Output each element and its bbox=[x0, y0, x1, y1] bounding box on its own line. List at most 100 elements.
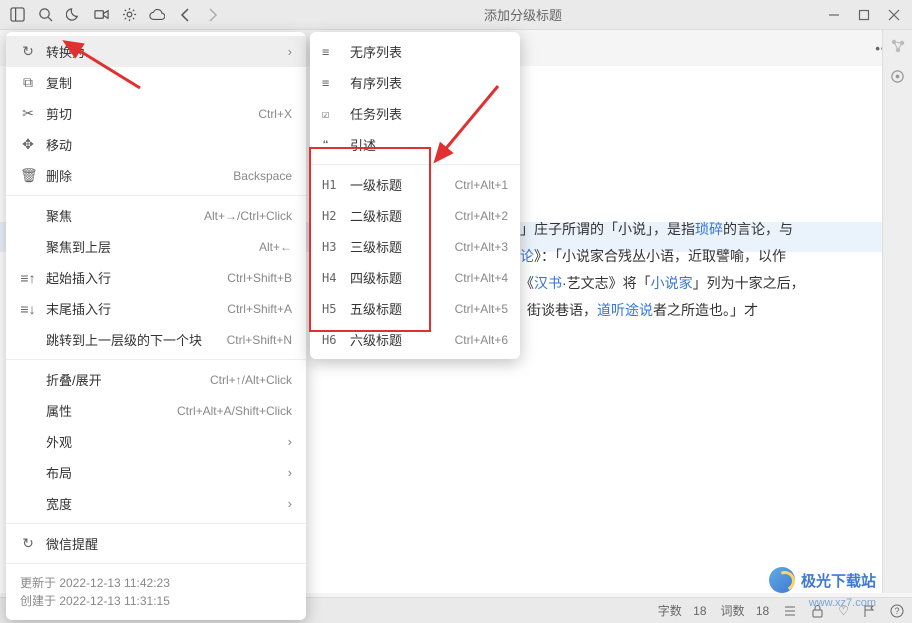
submenu-item[interactable]: H1一级标题Ctrl+Alt+1 bbox=[310, 169, 520, 200]
menu-item[interactable]: 跳转到上一层级的下一个块 Ctrl+Shift+N bbox=[6, 324, 306, 355]
context-menu: ↻转换为›⧉复制✂剪切Ctrl+X✥移动🗑删除Backspace 聚焦Alt+→… bbox=[6, 32, 306, 620]
menu-item[interactable]: 折叠/展开 Ctrl+↑/Alt+Click bbox=[6, 364, 306, 395]
list-icon[interactable] bbox=[783, 604, 797, 618]
watermark: 极光下载站 bbox=[769, 567, 876, 593]
submenu-item-icon: H6 bbox=[322, 333, 340, 347]
submenu-item[interactable]: H5五级标题Ctrl+Alt+5 bbox=[310, 293, 520, 324]
menu-item-shortcut: Ctrl+Shift+A bbox=[227, 302, 292, 316]
menu-item-label: 属性 bbox=[46, 401, 167, 420]
menu-item[interactable]: ✂剪切Ctrl+X bbox=[6, 98, 306, 129]
menu-separator bbox=[6, 359, 306, 360]
menu-item-shortcut: Ctrl+Shift+N bbox=[227, 333, 292, 347]
submenu-item-icon: H1 bbox=[322, 178, 340, 192]
menu-item[interactable]: ≡↑起始插入行Ctrl+Shift+B bbox=[6, 262, 306, 293]
menu-item[interactable]: 宽度 › bbox=[6, 488, 306, 519]
submenu-item-icon: H3 bbox=[322, 240, 340, 254]
submenu-item[interactable]: H3 三级标题 Ctrl+Alt+3 bbox=[310, 231, 520, 262]
menu-item[interactable]: ↻ 微信提醒 bbox=[6, 528, 306, 559]
menu-item-shortcut: Alt+← bbox=[259, 240, 292, 254]
moon-icon[interactable] bbox=[60, 2, 86, 28]
graph-icon[interactable] bbox=[888, 36, 908, 56]
close-button[interactable] bbox=[880, 2, 908, 28]
menu-item-icon: ✂ bbox=[20, 105, 36, 122]
submenu-item-shortcut: Ctrl+Alt+3 bbox=[455, 240, 508, 254]
submenu-item-icon: ❝ bbox=[322, 138, 340, 152]
submenu-item-icon: ≡ bbox=[322, 76, 340, 90]
submenu-item-label: 五级标题 bbox=[350, 299, 445, 318]
help-icon[interactable]: ? bbox=[890, 604, 904, 618]
submenu-item-icon: ≡ bbox=[322, 45, 340, 59]
menu-item[interactable]: 聚焦Alt+→/Ctrl+Click bbox=[6, 200, 306, 231]
menu-item-shortcut: Backspace bbox=[233, 169, 292, 183]
cloud-icon[interactable] bbox=[144, 2, 170, 28]
menu-footer: 更新于 2022-12-13 11:42:23 创建于 2022-12-13 1… bbox=[6, 568, 306, 616]
menu-item-shortcut: Ctrl+X bbox=[258, 107, 292, 121]
submenu-item[interactable]: ☑任务列表 bbox=[310, 98, 520, 129]
submenu-item[interactable]: H4四级标题Ctrl+Alt+4 bbox=[310, 262, 520, 293]
menu-item-label: 聚焦 bbox=[46, 206, 194, 225]
link[interactable]: 小说家 bbox=[651, 275, 693, 291]
menu-item-label: 末尾插入行 bbox=[46, 299, 217, 318]
menu-item[interactable]: 布局› bbox=[6, 457, 306, 488]
menu-item[interactable]: ✥移动 bbox=[6, 129, 306, 160]
submenu-item-label: 无序列表 bbox=[350, 42, 508, 61]
text: 的言论，与 bbox=[723, 221, 793, 237]
submenu-item[interactable]: H6 六级标题 Ctrl+Alt+6 bbox=[310, 324, 520, 355]
menu-item[interactable]: ≡↓末尾插入行Ctrl+Shift+A bbox=[6, 293, 306, 324]
menu-separator bbox=[6, 563, 306, 564]
menu-item-label: 移动 bbox=[46, 135, 292, 154]
chevron-right-icon: › bbox=[288, 496, 292, 511]
submenu-item[interactable]: H2二级标题Ctrl+Alt+2 bbox=[310, 200, 520, 231]
chevron-right-icon: › bbox=[288, 434, 292, 449]
menu-item-label: 起始插入行 bbox=[46, 268, 217, 287]
window-controls bbox=[820, 2, 908, 28]
menu-item-label: 折叠/展开 bbox=[46, 370, 200, 389]
submenu-item-label: 三级标题 bbox=[350, 237, 445, 256]
submenu-item-icon: H4 bbox=[322, 271, 340, 285]
maximize-button[interactable] bbox=[850, 2, 878, 28]
menu-item-label: 跳转到上一层级的下一个块 bbox=[46, 330, 217, 349]
panel-icon[interactable] bbox=[4, 2, 30, 28]
submenu-item-icon: H2 bbox=[322, 209, 340, 223]
menu-item[interactable]: 🗑删除Backspace bbox=[6, 160, 306, 191]
char-count: 字数 18 bbox=[658, 602, 707, 619]
text: 者之所造也。」才 bbox=[653, 302, 758, 318]
text: 」列为十家之后， bbox=[693, 275, 805, 291]
menu-item[interactable]: 外观› bbox=[6, 426, 306, 457]
link[interactable]: 琐碎 bbox=[695, 221, 723, 237]
link[interactable]: 道听途说 bbox=[597, 302, 653, 318]
text: 》：「小说家合残丛小语，近取譬喻，以作 bbox=[534, 248, 786, 264]
submenu-item-shortcut: Ctrl+Alt+4 bbox=[455, 271, 508, 285]
submenu-item-label: 六级标题 bbox=[350, 330, 445, 349]
link[interactable]: 汉书 bbox=[534, 275, 562, 291]
svg-text:?: ? bbox=[894, 606, 899, 616]
video-icon[interactable] bbox=[88, 2, 114, 28]
submenu-item[interactable]: ≡有序列表 bbox=[310, 67, 520, 98]
window-title: 添加分级标题 bbox=[226, 5, 820, 24]
submenu-item-icon: H5 bbox=[322, 302, 340, 316]
text: 」庄子所谓的「小说」，是指 bbox=[520, 221, 695, 237]
back-icon[interactable] bbox=[172, 2, 198, 28]
menu-item[interactable]: ↻转换为› bbox=[6, 36, 306, 67]
watermark-url: www.xz7.com bbox=[809, 597, 876, 609]
menu-item-shortcut: Ctrl+↑/Alt+Click bbox=[210, 373, 292, 387]
menu-item-icon: ↻ bbox=[20, 535, 36, 552]
chevron-right-icon: › bbox=[288, 465, 292, 480]
submenu-item-shortcut: Ctrl+Alt+6 bbox=[455, 333, 508, 347]
menu-item[interactable]: 属性Ctrl+Alt+A/Shift+Click bbox=[6, 395, 306, 426]
link[interactable]: 论 bbox=[520, 248, 534, 264]
menu-item-label: 微信提醒 bbox=[46, 534, 292, 553]
gear-icon[interactable] bbox=[116, 2, 142, 28]
link-icon[interactable] bbox=[888, 66, 908, 86]
submenu-item-label: 二级标题 bbox=[350, 206, 445, 225]
search-icon[interactable] bbox=[32, 2, 58, 28]
menu-item-label: 删除 bbox=[46, 166, 223, 185]
forward-icon[interactable] bbox=[200, 2, 226, 28]
submenu-item[interactable]: ≡ 无序列表 bbox=[310, 36, 520, 67]
menu-item[interactable]: 聚焦到上层Alt+← bbox=[6, 231, 306, 262]
submenu-item[interactable]: ❝引述 bbox=[310, 129, 520, 160]
menu-item-label: 宽度 bbox=[46, 494, 278, 513]
minimize-button[interactable] bbox=[820, 2, 848, 28]
menu-item-shortcut: Ctrl+Shift+B bbox=[227, 271, 292, 285]
menu-item[interactable]: ⧉复制 bbox=[6, 67, 306, 98]
